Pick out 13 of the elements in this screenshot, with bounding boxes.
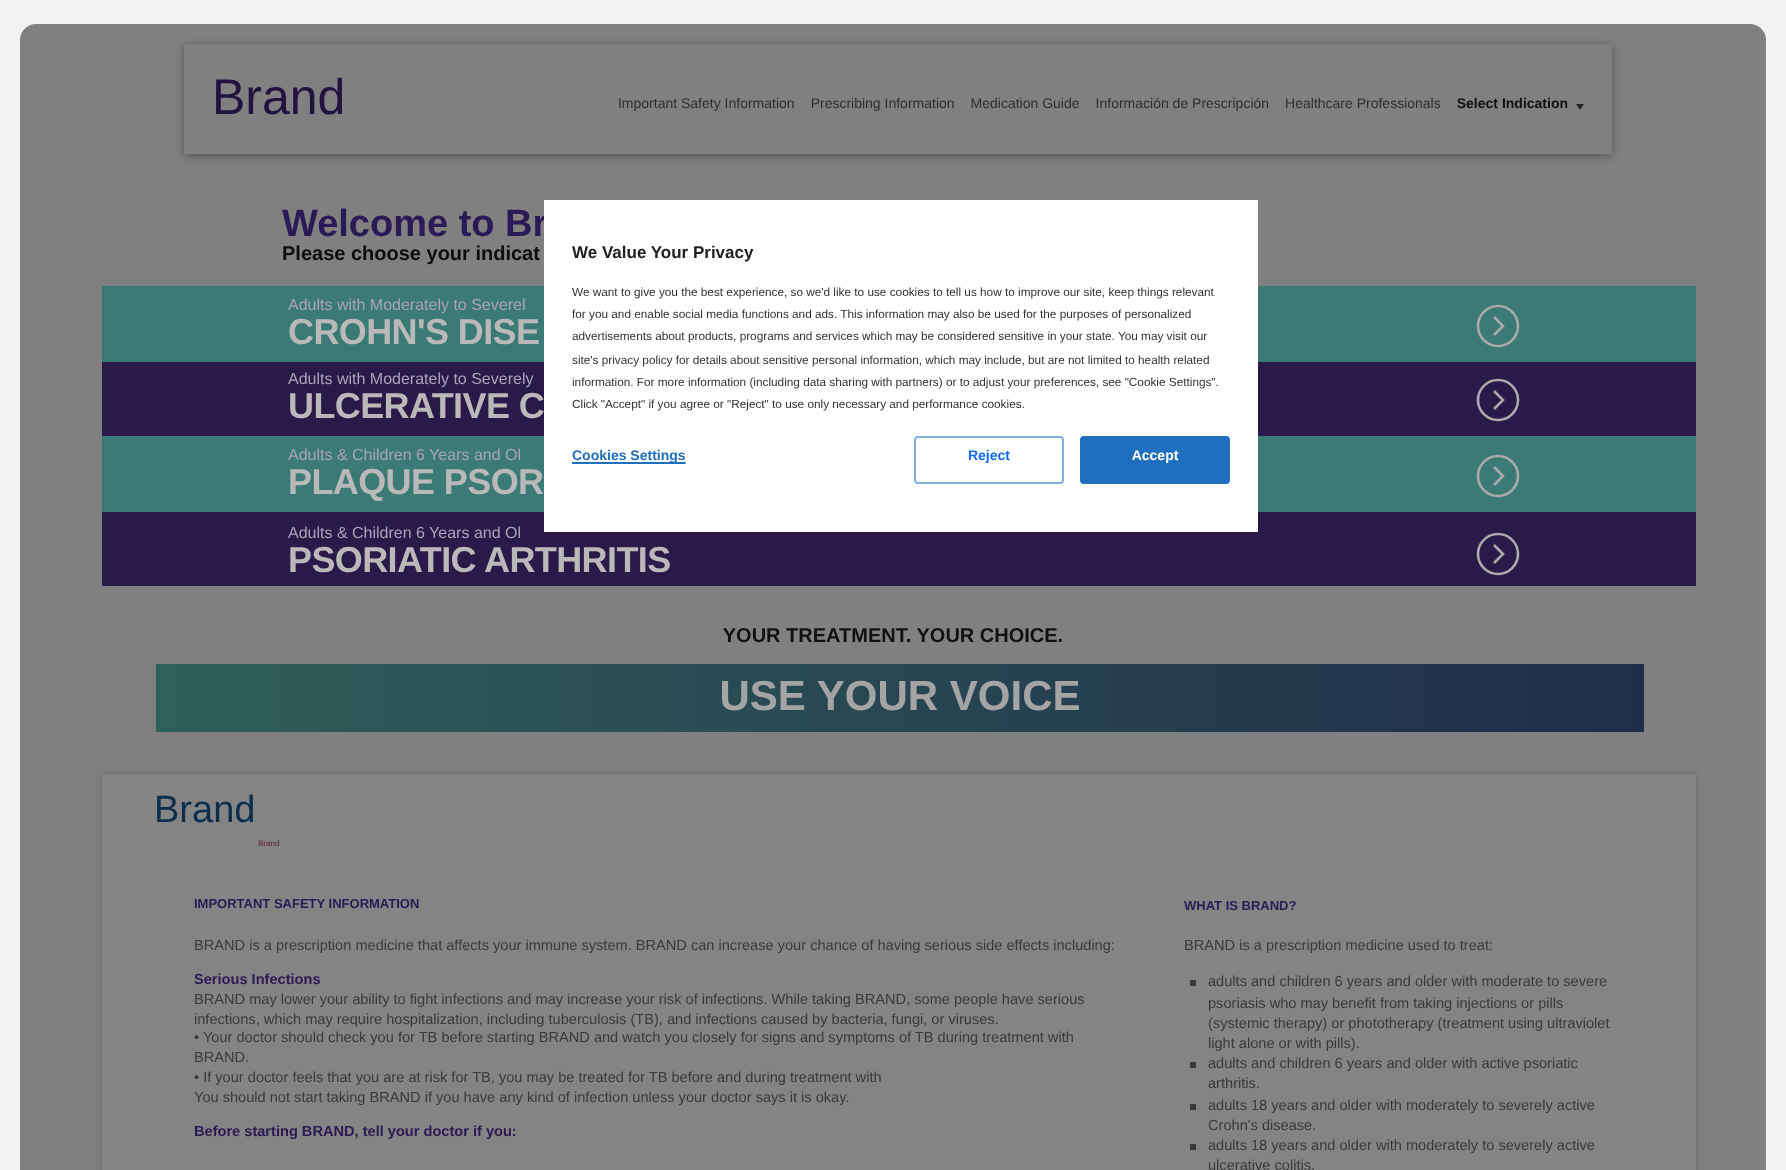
band-subtitle: Adults & Children 6 Years and Ol bbox=[288, 526, 524, 543]
band-title: ULCERATIVE C bbox=[288, 388, 545, 429]
tagline: YOUR TREATMENT. YOUR CHOICE. bbox=[720, 624, 1066, 652]
band-title: PSORIATIC ARTHRITIS bbox=[288, 542, 671, 583]
band-subtitle: Adults & Children 6 Years and Ol bbox=[288, 447, 524, 464]
band-subtitle: Adults with Moderately to Severel bbox=[288, 297, 528, 314]
band-title: CROHN'S DISE bbox=[288, 313, 540, 354]
welcome-heading: Welcome to Br bbox=[282, 206, 548, 244]
welcome-subheading: Please choose your indicat bbox=[282, 244, 540, 266]
dialog-title: We Value Your Privacy bbox=[572, 240, 756, 266]
band-title: PLAQUE PSOR bbox=[288, 463, 544, 504]
band-subtitle: Adults with Moderately to Severely bbox=[288, 372, 536, 389]
isi-logo: Brand bbox=[154, 792, 256, 830]
